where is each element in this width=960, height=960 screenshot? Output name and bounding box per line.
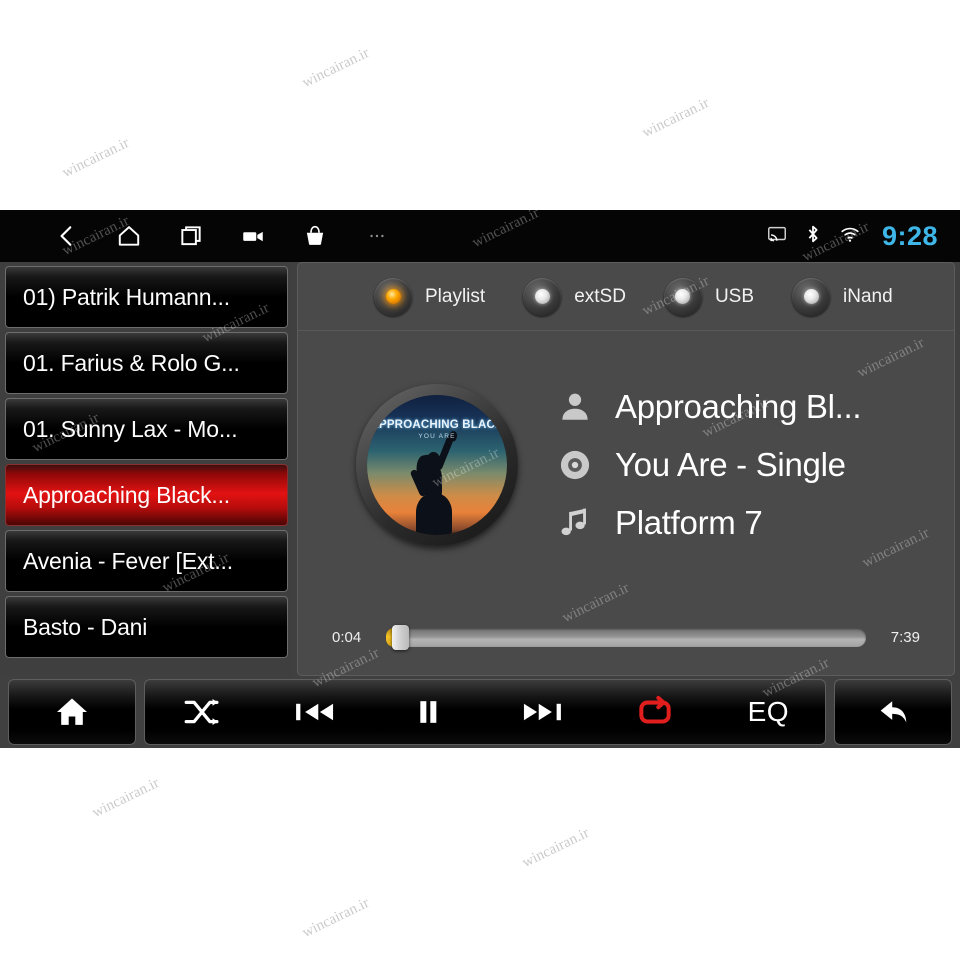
head-unit-screen: 9:28 01) Patrik Humann... 01. Farius & R…: [0, 210, 960, 748]
seek-slider-thumb[interactable]: [392, 624, 410, 650]
source-button-inand[interactable]: iNand: [792, 277, 893, 316]
watermark: wincairan.ir: [89, 775, 162, 822]
shopping-bag-icon[interactable]: [284, 210, 346, 262]
list-item[interactable]: 01. Sunny Lax - Mo...: [5, 398, 288, 460]
source-label: Playlist: [425, 285, 486, 307]
list-item[interactable]: 01) Patrik Humann...: [5, 266, 288, 328]
eq-label: EQ: [747, 696, 790, 727]
source-knob-icon: [523, 277, 562, 316]
watermark: wincairan.ir: [639, 95, 712, 142]
playlist-item-label: 01) Patrik Humann...: [23, 283, 230, 310]
status-bar-system-icons: 9:28: [766, 221, 960, 252]
list-item[interactable]: Avenia - Fever [Ext...: [5, 530, 288, 592]
track-artist: Approaching Bl...: [615, 388, 862, 425]
track-title: Platform 7: [615, 504, 763, 541]
shuffle-button[interactable]: [145, 679, 258, 745]
next-track-button[interactable]: [485, 679, 598, 745]
now-playing-area: APPROACHING BLACK YOU ARE Approaching Bl…: [298, 331, 954, 599]
home-button-group: [8, 679, 136, 745]
more-options-icon[interactable]: [346, 210, 408, 262]
source-label: iNand: [843, 285, 893, 307]
total-time: 7:39: [890, 628, 920, 646]
disc-icon: [552, 447, 598, 483]
eq-button[interactable]: EQ: [712, 679, 825, 745]
album-art-title: APPROACHING BLACK: [370, 419, 504, 431]
track-album: You Are - Single: [615, 446, 846, 483]
wifi-icon[interactable]: [838, 223, 862, 250]
watermark: wincairan.ir: [59, 135, 132, 182]
status-bar: 9:28: [0, 210, 960, 262]
source-knob-icon: [374, 277, 412, 316]
album-art-subtitle: YOU ARE: [418, 433, 456, 440]
source-button-playlist[interactable]: Playlist: [374, 277, 486, 316]
music-note-icon: [552, 505, 598, 541]
source-knob-icon: [792, 277, 831, 316]
playlist-item-label: Basto - Dani: [23, 613, 148, 640]
watermark: wincairan.ir: [299, 45, 372, 92]
video-camera-icon[interactable]: [222, 210, 284, 262]
player-panel: Playlist extSD USB iNand APPROACHING BLA…: [297, 262, 955, 676]
watermark: wincairan.ir: [299, 895, 372, 942]
playlist-item-label: Approaching Black...: [23, 481, 230, 508]
seek-slider[interactable]: [386, 624, 866, 650]
recent-apps-icon[interactable]: [160, 210, 222, 262]
back-button-group: [834, 679, 952, 745]
source-label: extSD: [574, 285, 626, 307]
list-item-selected[interactable]: Approaching Black...: [5, 464, 288, 526]
previous-track-button[interactable]: [258, 679, 371, 745]
list-item[interactable]: 01. Farius & Rolo G...: [5, 332, 288, 394]
track-title-row: Platform 7: [552, 494, 944, 552]
playback-controls-group: EQ: [144, 679, 826, 745]
album-art: APPROACHING BLACK YOU ARE: [356, 384, 518, 546]
home-button[interactable]: [54, 679, 90, 745]
bluetooth-icon[interactable]: [802, 223, 824, 250]
playlist-panel[interactable]: 01) Patrik Humann... 01. Farius & Rolo G…: [0, 262, 292, 676]
source-button-usb[interactable]: USB: [663, 277, 755, 316]
source-selector-row: Playlist extSD USB iNand: [298, 263, 954, 331]
elapsed-time: 0:04: [332, 628, 362, 646]
home-icon[interactable]: [98, 210, 160, 262]
progress-bar-row: 0:04 7:39: [298, 599, 954, 675]
album-art-image: APPROACHING BLACK YOU ARE: [367, 395, 507, 535]
source-button-extsd[interactable]: extSD: [523, 277, 626, 316]
cast-icon[interactable]: [766, 223, 788, 250]
track-album-row: You Are - Single: [552, 436, 944, 494]
watermark: wincairan.ir: [519, 825, 592, 872]
back-button[interactable]: [874, 679, 912, 745]
track-info: Approaching Bl... You Are - Single Platf…: [552, 378, 954, 552]
source-label: USB: [714, 285, 755, 307]
list-item[interactable]: Basto - Dani: [5, 596, 288, 658]
status-bar-nav-icons: [0, 210, 766, 262]
screenshot-canvas: wincairan.ir wincairan.ir wincairan.ir 9…: [0, 0, 960, 960]
transport-control-bar: EQ: [0, 676, 960, 748]
source-knob-icon: [663, 277, 702, 316]
person-icon: [552, 389, 598, 425]
repeat-button[interactable]: [598, 679, 711, 745]
playlist-item-label: Avenia - Fever [Ext...: [23, 547, 233, 574]
track-artist-row: Approaching Bl...: [552, 378, 944, 436]
playlist-item-label: 01. Farius & Rolo G...: [23, 349, 240, 376]
back-icon[interactable]: [36, 210, 98, 262]
pause-button[interactable]: [372, 679, 485, 745]
playlist-item-label: 01. Sunny Lax - Mo...: [23, 415, 238, 442]
status-bar-clock: 9:28: [881, 220, 938, 251]
